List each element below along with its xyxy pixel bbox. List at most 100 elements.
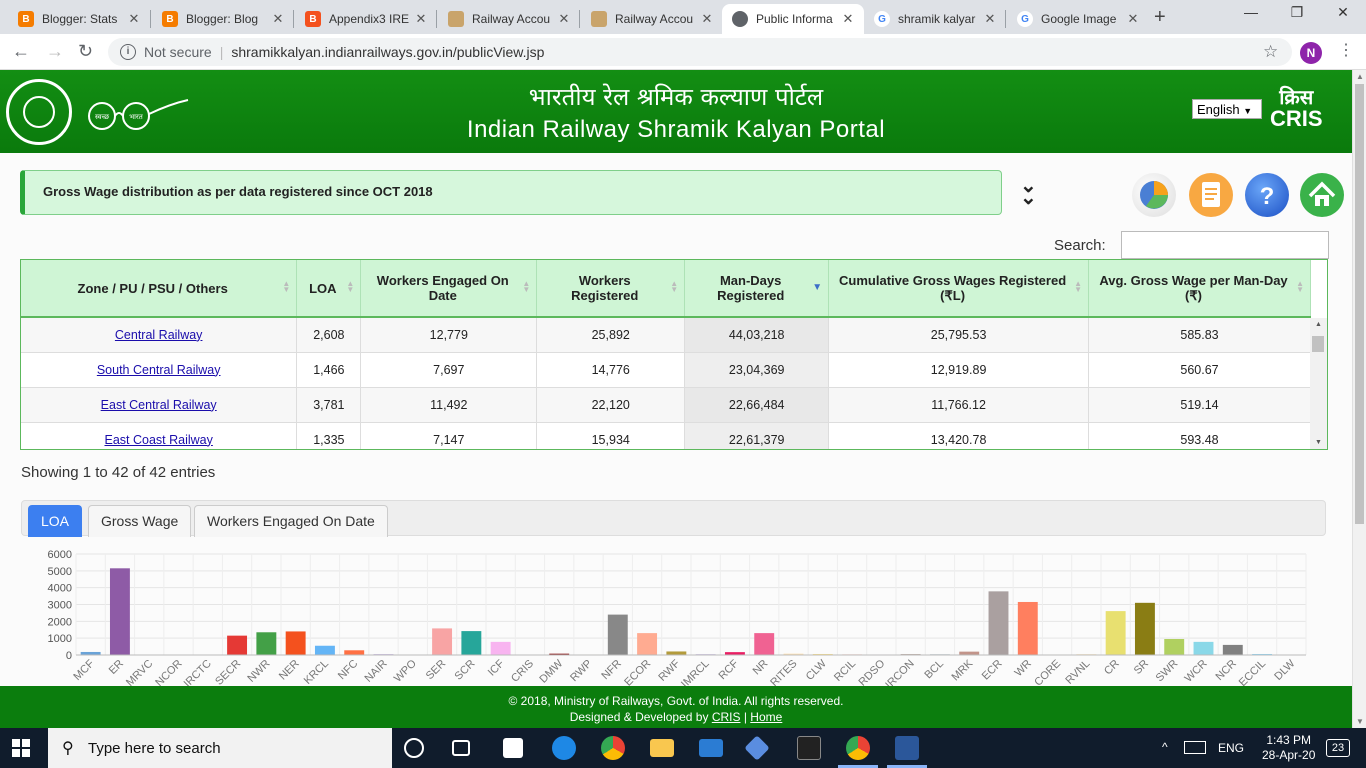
search-input[interactable]: [1121, 231, 1329, 259]
zone-link[interactable]: East Central Railway: [101, 398, 217, 412]
close-window-icon[interactable]: ✕: [1320, 4, 1366, 21]
word-icon[interactable]: [895, 736, 919, 760]
column-header-workers-registered[interactable]: Workers Registered ▲ ▼: [536, 260, 686, 318]
app-icon[interactable]: [797, 736, 821, 760]
cell-avg: 585.83: [1088, 317, 1311, 353]
chrome-icon[interactable]: [601, 736, 625, 760]
browser-tab[interactable]: G shramik kalyar ✕: [864, 4, 1006, 34]
language-indicator[interactable]: ENG: [1218, 741, 1244, 755]
windows-start-icon[interactable]: [12, 739, 30, 757]
home-icon[interactable]: [1300, 173, 1344, 217]
close-icon[interactable]: ✕: [699, 11, 715, 27]
bar-nwr[interactable]: [256, 632, 277, 655]
help-icon[interactable]: ?: [1245, 173, 1289, 217]
bar-ser[interactable]: [432, 628, 453, 655]
taskbar-search[interactable]: ⚲ Type here to search: [48, 728, 392, 768]
column-header-loa[interactable]: LOA ▲ ▼: [296, 260, 362, 318]
bookmark-star-icon[interactable]: ☆: [1263, 42, 1278, 62]
app-icon[interactable]: [744, 735, 770, 761]
x-tick-label: WPO: [392, 657, 419, 684]
notification-icon[interactable]: 23: [1326, 739, 1350, 757]
bar-ner[interactable]: [285, 631, 306, 655]
document-icon[interactable]: [1189, 173, 1233, 217]
column-header-man-days[interactable]: Man-Days Registered ▼: [684, 260, 830, 318]
cris-link[interactable]: CRIS: [712, 710, 741, 724]
bar-swr[interactable]: [1164, 639, 1185, 655]
chrome-profile-icon[interactable]: [846, 736, 870, 760]
keyboard-icon[interactable]: [1184, 741, 1206, 754]
browser-tab-active[interactable]: Public Informa ✕: [722, 4, 864, 34]
minimize-icon[interactable]: —: [1228, 4, 1274, 20]
bar-secr[interactable]: [227, 635, 248, 655]
browser-menu-icon[interactable]: ⋮: [1338, 40, 1354, 60]
tab-workers-engaged[interactable]: Workers Engaged On Date: [194, 505, 388, 537]
bar-er[interactable]: [109, 568, 130, 655]
bar-icf[interactable]: [490, 641, 511, 655]
bar-krcl[interactable]: [314, 645, 335, 655]
home-link[interactable]: Home: [750, 710, 782, 724]
reload-icon[interactable]: ↻: [78, 41, 93, 62]
browser-tab[interactable]: B Blogger: Blog ✕: [152, 4, 294, 34]
profile-avatar[interactable]: N: [1300, 42, 1322, 64]
file-explorer-icon[interactable]: [650, 739, 674, 757]
cortana-icon[interactable]: [404, 738, 424, 758]
close-icon[interactable]: ✕: [982, 11, 998, 27]
bar-cr[interactable]: [1105, 611, 1126, 655]
close-icon[interactable]: ✕: [126, 11, 142, 27]
zone-link[interactable]: East Coast Railway: [104, 433, 212, 447]
close-icon[interactable]: ✕: [270, 11, 286, 27]
zone-link[interactable]: Central Railway: [115, 328, 203, 342]
browser-tab[interactable]: Railway Accou ✕: [438, 4, 580, 34]
clock[interactable]: 1:43 PM 28-Apr-20: [1262, 733, 1315, 763]
browser-tab[interactable]: G Google Image ✕: [1007, 4, 1149, 34]
back-icon[interactable]: ←: [12, 41, 30, 62]
bar-scr[interactable]: [461, 631, 482, 655]
column-header-zone[interactable]: Zone / PU / PSU / Others ▲ ▼: [21, 260, 298, 318]
close-icon[interactable]: ✕: [1125, 11, 1141, 27]
x-tick-label: ICF: [486, 657, 507, 678]
url-text[interactable]: shramikkalyan.indianrailways.gov.in/publ…: [231, 44, 544, 60]
double-chevron-down-icon[interactable]: ⌄ ⌄: [1020, 176, 1037, 208]
bar-ecor[interactable]: [637, 633, 658, 655]
tab-gross-wage[interactable]: Gross Wage: [88, 505, 192, 537]
bar-mrk[interactable]: [959, 651, 980, 655]
bar-wcr[interactable]: [1193, 641, 1214, 655]
tray-chevron-icon[interactable]: ^: [1162, 740, 1168, 754]
forward-icon[interactable]: →: [46, 41, 64, 62]
edge-icon[interactable]: [552, 736, 576, 760]
bar-rwf[interactable]: [666, 651, 687, 655]
restore-icon[interactable]: ❐: [1274, 4, 1320, 21]
bar-wr[interactable]: [1017, 601, 1038, 655]
browser-tab[interactable]: Railway Accou ✕: [581, 4, 723, 34]
column-header-cumulative-wages[interactable]: Cumulative Gross Wages Registered (₹L) ▲ ▼: [828, 260, 1090, 318]
close-icon[interactable]: ✕: [556, 11, 572, 27]
column-header-avg-wage[interactable]: Avg. Gross Wage per Man-Day (₹) ▲ ▼: [1088, 260, 1311, 318]
new-tab-icon[interactable]: +: [1154, 6, 1166, 29]
tab-loa[interactable]: LOA: [28, 505, 83, 537]
task-view-icon[interactable]: [452, 740, 470, 756]
cell-zone: South Central Railway: [21, 352, 298, 388]
pie-chart-icon[interactable]: [1132, 173, 1176, 217]
bar-nfc[interactable]: [344, 650, 365, 655]
close-icon[interactable]: ✕: [413, 11, 429, 27]
bar-ncr[interactable]: [1222, 644, 1243, 655]
language-select[interactable]: English ▼: [1192, 99, 1262, 119]
table-scrollbar[interactable]: ▲ ▼: [1310, 318, 1327, 449]
mail-icon[interactable]: [699, 739, 723, 757]
table-row: South Central Railway 1,466 7,697 14,776 23,…: [21, 352, 1311, 388]
bar-nfr[interactable]: [607, 614, 628, 655]
omnibox[interactable]: i Not secure | shramikkalyan.indianrailw…: [108, 38, 1292, 66]
page-scrollbar[interactable]: ▲ ▼: [1352, 70, 1366, 728]
table-info: Showing 1 to 42 of 42 entries: [21, 464, 216, 481]
store-icon[interactable]: [503, 738, 523, 758]
bar-nr[interactable]: [754, 633, 775, 655]
browser-tab[interactable]: B Appendix3 IRE ✕: [295, 4, 437, 34]
blogger-icon: B: [18, 11, 34, 27]
bar-sr[interactable]: [1134, 602, 1155, 655]
close-icon[interactable]: ✕: [840, 11, 856, 27]
bar-ecr[interactable]: [988, 591, 1009, 655]
info-icon[interactable]: i: [120, 44, 136, 60]
column-header-workers-engaged[interactable]: Workers Engaged On Date ▲ ▼: [360, 260, 538, 318]
zone-link[interactable]: South Central Railway: [97, 363, 221, 377]
browser-tab[interactable]: B Blogger: Stats ✕: [8, 4, 150, 34]
